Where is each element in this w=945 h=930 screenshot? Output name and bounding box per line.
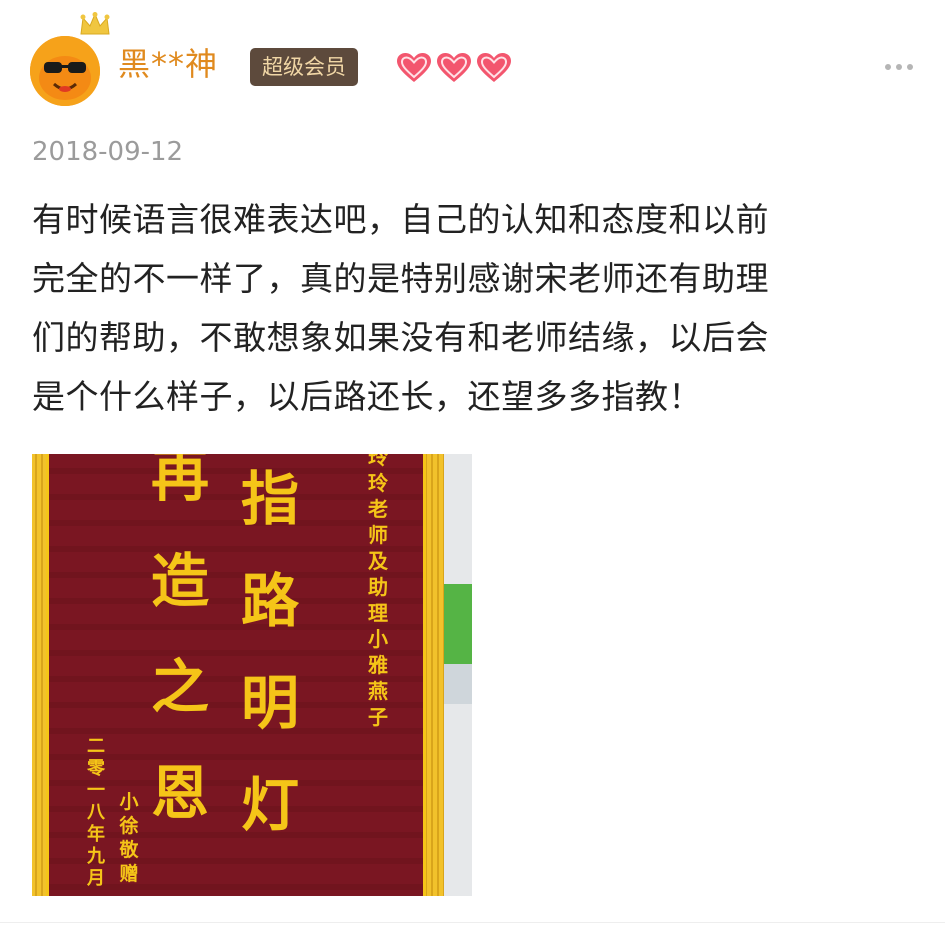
- banner-text-layer: 指路明灯 再造之恩 玲玲老师及助理小雅燕子 小徐敬赠 二零一八年九月: [32, 454, 472, 896]
- heart-icon: [397, 53, 431, 82]
- more-dot: [885, 64, 891, 70]
- banner-left-text: 再造之恩: [150, 454, 209, 827]
- post-content: 有时候语言很难表达吧，自己的认知和态度和以前 完全的不一样了，真的是特别感谢宋老…: [32, 200, 769, 416]
- more-icon[interactable]: [885, 64, 913, 70]
- banner-sender-text: 小徐敬赠: [119, 791, 139, 885]
- member-badge: 超级会员: [250, 48, 358, 86]
- avatar-icon[interactable]: [30, 36, 100, 106]
- heart-rating: [395, 51, 513, 85]
- heart-icon: [477, 53, 511, 82]
- more-dot: [896, 64, 902, 70]
- banner-date-text: 二零一八年九月: [87, 736, 105, 889]
- post-date: 2018-09-12: [32, 137, 184, 167]
- username[interactable]: 黑**神: [118, 44, 218, 84]
- post-header: 黑**神 超级会员: [0, 0, 945, 120]
- banner-middle-text: 指路明灯: [240, 465, 299, 839]
- banner-recipient-text: 玲玲老师及助理小雅燕子: [368, 454, 388, 729]
- divider: [0, 922, 945, 923]
- crown-icon: [80, 12, 110, 35]
- heart-icon: [437, 53, 471, 82]
- avatar-face: [30, 36, 100, 106]
- more-dot: [907, 64, 913, 70]
- banner-photo[interactable]: 指路明灯 指路明灯 再造之恩 玲玲老师及助理小雅燕子 小徐敬赠 二零一八年九月: [32, 454, 472, 896]
